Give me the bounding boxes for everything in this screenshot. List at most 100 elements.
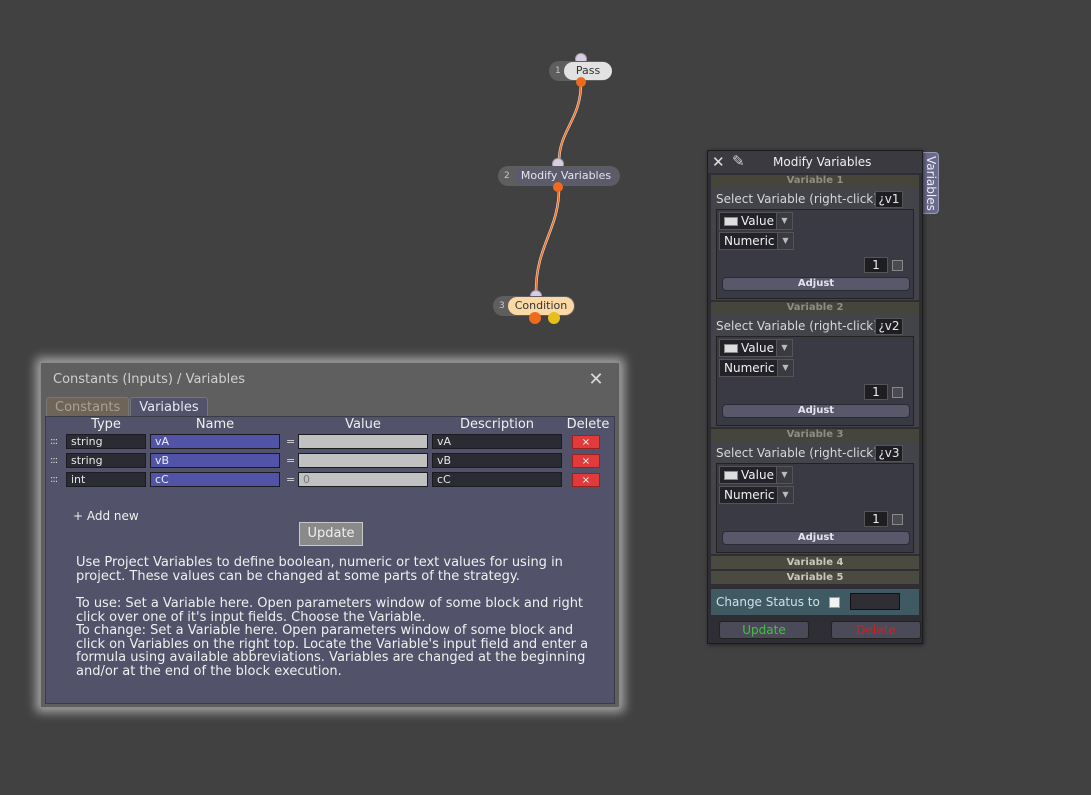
name-field[interactable]: cC [150,472,280,487]
variable-settings: Value ▼ Numeric ▼ 1 Adjust [716,209,914,299]
variable-settings: Value ▼ Numeric ▼ 1 Adjust [716,336,914,426]
kind-value: Numeric [724,361,775,375]
amount-checkbox[interactable] [892,387,903,398]
output-port[interactable] [576,77,586,87]
update-button[interactable]: Update [719,621,809,639]
delete-row-button[interactable]: × [572,435,600,449]
value-icon [724,471,738,480]
drag-handle-icon[interactable]: ::: [50,434,58,449]
type-field[interactable]: string [66,453,146,468]
drag-handle-icon[interactable]: ::: [50,453,58,468]
variable-5-header[interactable]: Variable 5 [711,571,919,584]
select-variable-label: Select Variable (right-click) [716,319,878,333]
adjust-button[interactable]: Adjust [722,277,910,291]
change-status-label: Change Status to [716,595,820,609]
close-icon[interactable]: ✕ [712,153,725,171]
amount-checkbox[interactable] [892,260,903,271]
flow-node-modify-variables[interactable]: 2 Modify Variables [498,158,621,192]
delete-button[interactable]: Delete [831,621,921,639]
modify-variables-panel: ✕ ✎ Modify Variables Variable 1 Select V… [707,150,923,644]
node-label: Modify Variables [514,167,618,185]
value-field[interactable] [298,434,428,449]
column-header-value: Value [345,417,381,432]
select-variable-label: Select Variable (right-click) [716,446,878,460]
chevron-down-icon: ▼ [776,340,792,356]
amount-field[interactable]: 1 [864,511,888,527]
flow-node-condition[interactable]: 3 Condition [493,290,577,324]
select-variable-label: Select Variable (right-click) [716,192,878,206]
description-field[interactable]: vB [432,453,562,468]
type-field[interactable]: int [66,472,146,487]
drag-handle-icon[interactable]: ::: [50,472,58,487]
column-header-name: Name [195,417,235,432]
side-tab-label: Variables [924,156,938,211]
variable-body: Select Variable (right-click) ¿v2 Value … [711,314,919,427]
panel-titlebar: ✕ ✎ Modify Variables [708,151,922,173]
kind-dropdown[interactable]: Numeric ▼ [719,359,794,377]
table-row: ::: string vA = vA × [46,434,616,450]
description-field[interactable]: vA [432,434,562,449]
delete-row-button[interactable]: × [572,454,600,468]
variables-table: Type Name Value Description Delete ::: s… [45,416,615,704]
equals-sign: = [286,473,296,486]
amount-field[interactable]: 1 [864,257,888,273]
panel-title: Constants (Inputs) / Variables [53,372,245,387]
help-text: Use Project Variables to define boolean,… [76,556,596,692]
status-field[interactable] [850,593,900,610]
amount-checkbox[interactable] [892,514,903,525]
change-status-checkbox[interactable] [829,597,840,608]
output-port[interactable] [553,182,563,192]
flow-node-pass[interactable]: 1 Pass [549,53,614,87]
description-field[interactable]: cC [432,472,562,487]
variable-header[interactable]: Variable 2 [711,302,919,314]
delete-row-button[interactable]: × [572,473,600,487]
equals-sign: = [286,435,296,448]
variable-4-header[interactable]: Variable 4 [711,556,919,569]
mode-value: Value [741,468,774,482]
mode-dropdown[interactable]: Value ▼ [719,339,793,357]
panel-title: Modify Variables [773,155,872,169]
adjust-button[interactable]: Adjust [722,531,910,545]
equals-sign: = [286,454,296,467]
variable-name-field[interactable]: ¿v2 [875,318,903,335]
type-field[interactable]: string [66,434,146,449]
mode-dropdown[interactable]: Value ▼ [719,212,793,230]
tab-constants[interactable]: Constants [46,397,130,417]
table-row: ::: string vB = vB × [46,453,616,469]
column-header-delete: Delete [566,417,610,432]
close-icon[interactable]: ✕ [587,371,605,389]
name-field[interactable]: vA [150,434,280,449]
variables-side-tab[interactable]: Variables [921,152,939,214]
node-label: Pass [564,62,612,80]
chevron-down-icon: ▼ [777,360,793,376]
panel-tabs: Constants Variables [46,397,209,417]
add-new-link[interactable]: + Add new [73,509,139,523]
variable-header[interactable]: Variable 3 [711,429,919,441]
update-button[interactable]: Update [299,522,363,546]
variable-settings: Value ▼ Numeric ▼ 1 Adjust [716,463,914,553]
amount-field[interactable]: 1 [864,384,888,400]
tab-variables[interactable]: Variables [130,397,208,417]
kind-dropdown[interactable]: Numeric ▼ [719,486,794,504]
output-port-true[interactable] [529,312,541,324]
variable-header[interactable]: Variable 1 [711,175,919,187]
chevron-down-icon: ▼ [776,213,792,229]
column-header-type: Type [91,417,121,432]
variable-name-field[interactable]: ¿v3 [875,445,903,462]
kind-value: Numeric [724,488,775,502]
variable-body: Select Variable (right-click) ¿v1 Value … [711,187,919,300]
value-field[interactable] [298,453,428,468]
name-field[interactable]: vB [150,453,280,468]
connection-wire [535,187,560,293]
change-status-row: Change Status to [711,589,919,615]
variable-name-field[interactable]: ¿v1 [875,191,903,208]
value-field[interactable]: 0 [298,472,428,487]
value-icon [724,344,738,353]
kind-dropdown[interactable]: Numeric ▼ [719,232,794,250]
chevron-down-icon: ▼ [776,467,792,483]
output-port-false[interactable] [548,312,560,324]
pin-icon[interactable]: ✎ [732,152,745,170]
constants-variables-panel: Constants (Inputs) / Variables ✕ Constan… [40,362,620,708]
adjust-button[interactable]: Adjust [722,404,910,418]
mode-dropdown[interactable]: Value ▼ [719,466,793,484]
